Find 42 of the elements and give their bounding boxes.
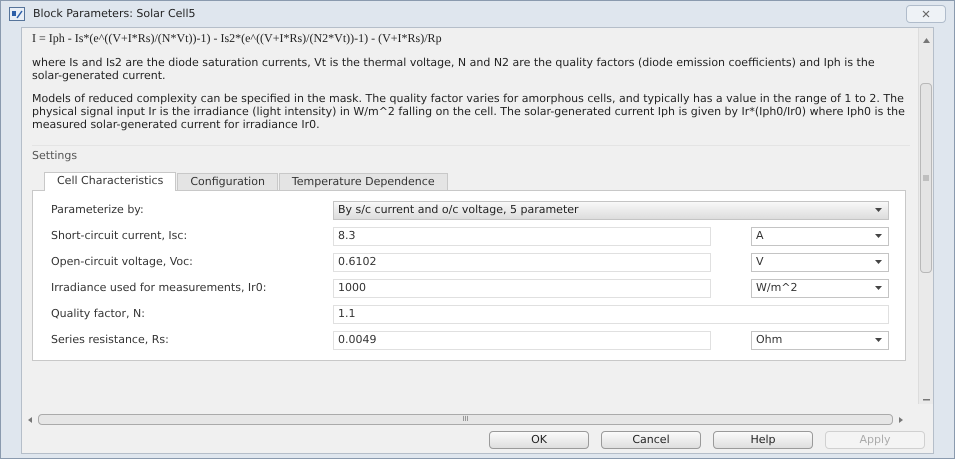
caret-icon (875, 286, 882, 290)
input-field[interactable]: 8.3 (333, 226, 711, 246)
scroll-left-icon[interactable] (28, 416, 32, 422)
parameter-label: Parameterize by: (51, 204, 145, 216)
dialog-button[interactable]: Help (713, 431, 813, 449)
close-button[interactable] (906, 5, 946, 23)
dropdown[interactable]: V (751, 252, 889, 272)
tab[interactable]: Temperature Dependence (278, 172, 448, 190)
parameter-label: Short-circuit current, Isc: (51, 230, 188, 242)
close-icon (922, 10, 930, 18)
parameter-label: Quality factor, N: (51, 308, 146, 320)
caret-icon (875, 338, 882, 342)
dialog-button[interactable]: Cancel (601, 431, 701, 449)
input-field[interactable]: 0.6102 (333, 252, 711, 272)
grip-icon (923, 175, 929, 181)
scroll-right-icon[interactable] (899, 416, 903, 422)
vertical-scrollbar[interactable] (918, 28, 933, 404)
input-field[interactable]: 1.1 (333, 304, 889, 324)
parameter-label: Open-circuit voltage, Voc: (51, 256, 194, 268)
tab[interactable]: Cell Characteristics (44, 172, 176, 190)
input-field[interactable]: 0.0049 (333, 330, 711, 350)
equation-text: I = Iph - Is*(e^((V+I*Rs)/(N*Vt))-1) - Is2*(e^((V+I*Rs)/(N2*Vt))-1) - (V+I*Rs)/Rp (32, 30, 443, 47)
dropdown[interactable]: A (751, 226, 889, 246)
tab[interactable]: Configuration (177, 172, 278, 190)
dropdown[interactable]: Ohm (751, 330, 889, 350)
input-field[interactable]: 1000 (333, 278, 711, 298)
caret-icon (875, 234, 882, 238)
dialog-button[interactable]: OK (489, 431, 589, 449)
scroll-down-icon[interactable] (922, 399, 930, 402)
dropdown[interactable]: By s/c current and o/c voltage, 5 parameter (333, 200, 889, 220)
settings-label: Settings (32, 148, 78, 164)
caret-icon (875, 208, 882, 212)
dropdown[interactable]: W/m^2 (751, 278, 889, 298)
description-paragraph: Models of reduced complexity can be specified in the mask. The quality factor varies for amorphous cells, and typically has a value in the range of 1 to 2. The physical signal input Ir is the irradiance (light intensity) in W/m^2 falling on the cell. The solar-generated current Iph is given by Ir*(Iph0/Ir0) where Iph0 is the measured solar-generated current for irradiance Ir0. (32, 92, 906, 131)
scroll-up-icon[interactable] (922, 38, 930, 43)
caret-icon (875, 260, 882, 264)
parameter-label: Series resistance, Rs: (51, 334, 170, 346)
app-icon (9, 7, 25, 21)
window-title: Block Parameters: Solar Cell5 (33, 6, 196, 22)
scroll-thumb[interactable] (920, 83, 932, 273)
description-paragraph: where Is and Is2 are the diode saturation currents, Vt is the thermal voltage, N and N2 are the quality factors (diode emission coefficients) and Iph is the solar-generated current. (32, 56, 876, 82)
parameter-label: Irradiance used for measurements, Ir0: (51, 282, 268, 294)
